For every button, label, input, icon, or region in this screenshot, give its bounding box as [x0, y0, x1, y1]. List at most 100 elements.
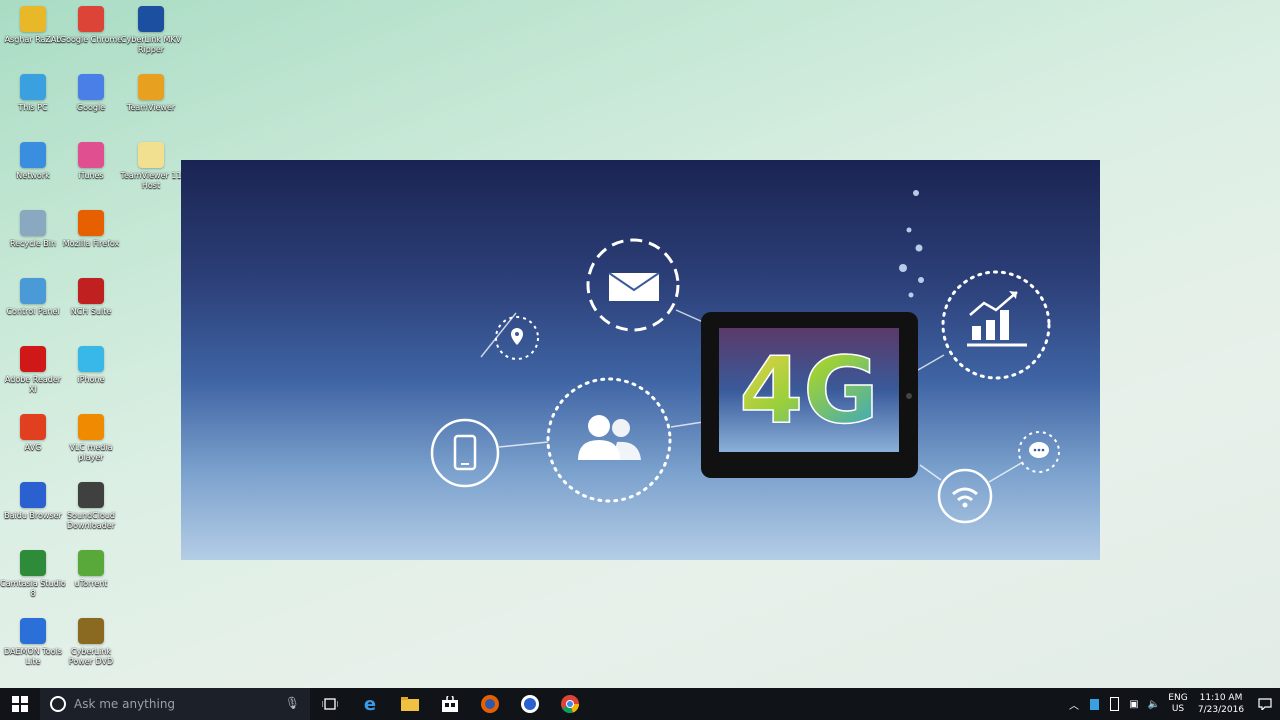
search-placeholder: Ask me anything	[74, 697, 176, 711]
windows-logo-icon	[12, 696, 28, 712]
vlc-icon	[78, 414, 104, 440]
desktop-icon-14[interactable]: iPhone	[58, 346, 124, 410]
desktop-icon-3[interactable]: This PC	[0, 74, 66, 138]
input-language-indicator[interactable]: ENG US	[1164, 693, 1192, 715]
taskbar-file-explorer[interactable]	[390, 688, 430, 720]
desktop-icon-label: AVG	[24, 443, 42, 452]
location-node	[495, 316, 539, 360]
tray-app-icon[interactable]	[1084, 688, 1104, 720]
volume-icon[interactable]: 🔈	[1144, 688, 1164, 720]
battery-icon[interactable]	[1104, 688, 1124, 720]
users-node	[546, 377, 672, 503]
system-clock[interactable]: 11:10 AM 7/23/2016	[1192, 692, 1250, 716]
language-region: US	[1171, 704, 1185, 714]
task-view-button[interactable]	[310, 688, 350, 720]
desktop-icon-11[interactable]: Control Panel	[0, 278, 66, 342]
desktop-icon-15[interactable]: AVG	[0, 414, 66, 478]
tablet-4g: 4G	[701, 312, 918, 478]
wifi-node	[937, 468, 993, 524]
desktop-icon-label: Google Chrome	[59, 35, 123, 44]
store-icon	[442, 696, 458, 712]
desktop-icon-9[interactable]: Recycle Bin	[0, 210, 66, 274]
desktop-icon-0[interactable]: Asghar RaZAb	[0, 6, 66, 70]
firefox-icon	[78, 210, 104, 236]
clock-time: 11:10 AM	[1199, 693, 1243, 703]
desktop-icon-label: Recycle Bin	[9, 239, 57, 248]
taskbar-edge[interactable]: e	[350, 688, 390, 720]
taskbar-chrome[interactable]	[550, 688, 590, 720]
nch-icon	[78, 278, 104, 304]
chrome-icon	[561, 695, 579, 713]
desktop-icon-19[interactable]: Camtasia Studio 8	[0, 550, 66, 614]
baidu-icon	[20, 482, 46, 508]
desktop-icon-label: This PC	[18, 103, 48, 112]
desktop-icon-label: VLC media player	[69, 443, 113, 462]
network-icon	[20, 142, 46, 168]
firefox-icon	[481, 695, 499, 713]
desktop-icon-label: Adobe Reader XI	[4, 375, 62, 394]
desktop-icon-label: Baidu Browser	[4, 511, 62, 520]
edge-icon: e	[363, 693, 377, 715]
file-icon	[138, 142, 164, 168]
taskbar-baidu[interactable]	[510, 688, 550, 720]
clock-date: 7/23/2016	[1197, 705, 1245, 715]
taskbar-firefox[interactable]	[470, 688, 510, 720]
desktop-icon-4[interactable]: Google	[58, 74, 124, 138]
desktop-icon-13[interactable]: Adobe Reader XI	[0, 346, 66, 410]
desktop-icon-22[interactable]: CyberLink Power DVD	[58, 618, 124, 682]
desktop-icon-label: Network	[16, 171, 50, 180]
system-tray: ︿ ▣ 🔈 ENG US 11:10 AM 7/23/2016	[1064, 688, 1280, 720]
desktop-icon-label: Mozilla Firefox	[62, 239, 120, 248]
cortana-search-box[interactable]: Ask me anything 🎙	[40, 688, 310, 720]
action-center-button[interactable]	[1250, 688, 1280, 720]
desktop-icon-18[interactable]: SoundCloud Downloader	[58, 482, 124, 546]
network-illustration: 4G	[430, 190, 1060, 524]
show-hidden-icons-chevron-icon[interactable]: ︿	[1064, 688, 1084, 720]
cyberlink-icon	[138, 6, 164, 32]
bubbles-decoration	[899, 190, 924, 298]
desktop-icon-label: CyberLink Power DVD	[68, 647, 114, 666]
phone-app-icon	[78, 346, 104, 372]
desktop-icon-label: CyberLink MKV Ripper	[120, 35, 182, 54]
chrome-icon	[78, 6, 104, 32]
desktop-icon-16[interactable]: VLC media player	[58, 414, 124, 478]
desktop-icon-label: iTunes	[78, 171, 104, 180]
google-icon	[78, 74, 104, 100]
desktop-icon-20[interactable]: uTorrent	[58, 550, 124, 614]
soundcloud-icon	[78, 482, 104, 508]
headline-4g-text: 4G	[739, 337, 879, 444]
microphone-icon[interactable]: 🎙	[285, 696, 300, 710]
desktop-icon-label: TeamViewer 11 Host	[120, 171, 182, 190]
desktop-icon-17[interactable]: Baidu Browser	[0, 482, 66, 546]
desktop-icon-10[interactable]: Mozilla Firefox	[58, 210, 124, 274]
desktop-icon-7[interactable]: iTunes	[58, 142, 124, 206]
task-view-icon	[322, 698, 338, 710]
utorrent-icon	[78, 550, 104, 576]
desktop-icon-label: Control Panel	[6, 307, 60, 316]
desktop-icon-label: uTorrent	[74, 579, 108, 588]
desktop-icon-21[interactable]: DAEMON Tools Lite	[0, 618, 66, 682]
desktop-icon-2[interactable]: CyberLink MKV Ripper	[118, 6, 184, 70]
language-code: ENG	[1168, 693, 1188, 703]
desktop-icon-1[interactable]: Google Chrome	[58, 6, 124, 70]
taskbar-store[interactable]	[430, 688, 470, 720]
desktop-icon-6[interactable]: Network	[0, 142, 66, 206]
start-button[interactable]	[0, 688, 40, 720]
desktop-icon-label: iPhone	[77, 375, 105, 384]
chat-node	[1018, 431, 1060, 473]
desktop-icon-area: Asghar RaZAb Google Chrome CyberLink MKV R…	[0, 0, 190, 688]
desktop-icon-12[interactable]: NCH Suite	[58, 278, 124, 342]
analytics-node	[941, 270, 1051, 380]
notification-icon	[1258, 698, 1272, 710]
powerdvd-icon	[78, 618, 104, 644]
folder-icon	[401, 697, 419, 711]
camtasia-icon	[20, 550, 46, 576]
desktop-icon-8[interactable]: TeamViewer 11 Host	[118, 142, 184, 206]
desktop-icon-label: NCH Suite	[70, 307, 112, 316]
taskbar: Ask me anything 🎙 e ︿ ▣ 🔈 ENG US 11:10 A…	[0, 688, 1280, 720]
folder-icon	[20, 6, 46, 32]
desktop-icon-label: Asghar RaZAb	[4, 35, 62, 44]
network-icon[interactable]: ▣	[1124, 688, 1144, 720]
cortana-icon	[50, 696, 66, 712]
desktop-icon-5[interactable]: TeamViewer	[118, 74, 184, 138]
